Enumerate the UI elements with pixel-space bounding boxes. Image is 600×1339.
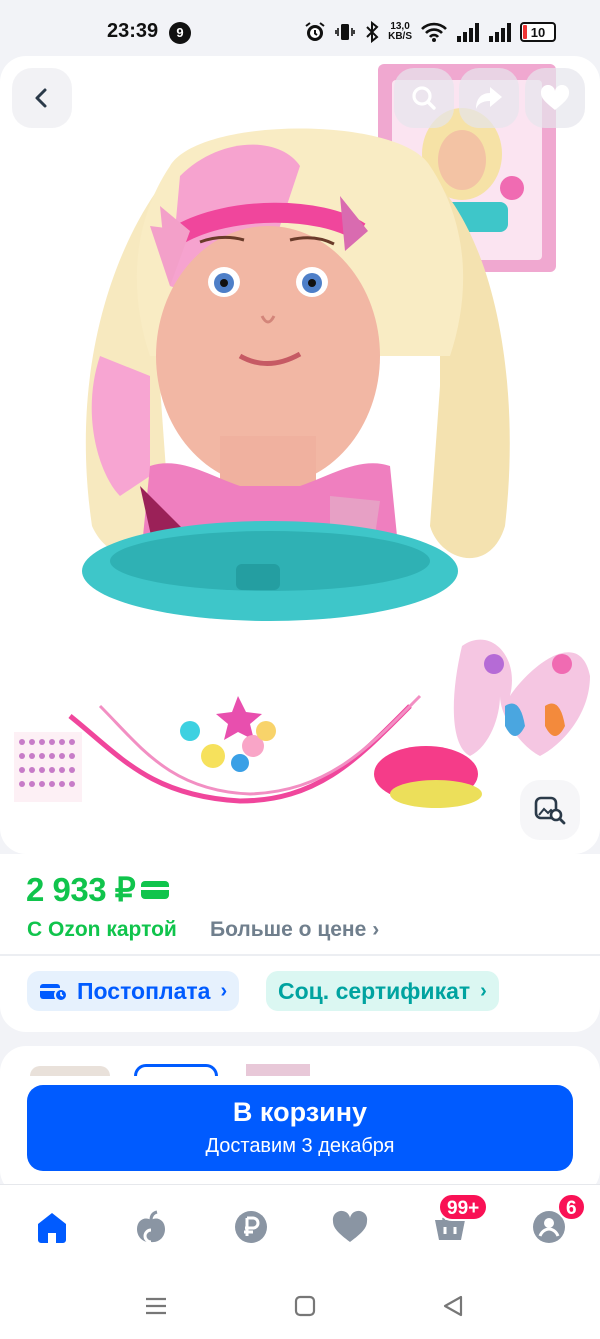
postpay-chip[interactable]: Постоплата › <box>27 971 240 1011</box>
alarm-icon <box>305 22 325 41</box>
share-button[interactable] <box>459 68 519 128</box>
vibrate-icon <box>335 24 355 40</box>
postpay-label: Постоплата <box>77 977 211 1004</box>
battery-icon: 10 <box>520 22 556 42</box>
menu-icon <box>146 1297 166 1315</box>
variant-thumbnail[interactable] <box>30 1066 110 1076</box>
variant-thumbnail[interactable] <box>246 1064 310 1076</box>
social-certificate-label: Соц. сертификат <box>278 977 471 1004</box>
home-icon <box>38 1213 66 1243</box>
nav-home[interactable] <box>32 1207 72 1247</box>
fresh-icon <box>137 1210 165 1244</box>
back-system-button[interactable] <box>438 1291 468 1321</box>
wallet-clock-icon <box>40 984 68 1002</box>
nav-fresh[interactable] <box>131 1207 171 1247</box>
status-time: 23:39 <box>107 20 159 42</box>
triangle-back-icon <box>443 1295 463 1317</box>
bottom-navigation: 99+ 6 <box>0 1184 600 1274</box>
ozon-card-icon <box>141 880 170 899</box>
status-icons: 13,0 KB/S 10 <box>304 18 556 46</box>
nav-points[interactable] <box>231 1207 271 1247</box>
chevron-right-icon: › <box>372 918 380 941</box>
social-certificate-chip[interactable]: Соц. сертификат › <box>266 971 499 1011</box>
divider <box>0 954 600 956</box>
ozon-card-label: С Ozon картой <box>27 918 177 941</box>
search-button[interactable] <box>394 68 454 128</box>
variant-thumbnail-selected[interactable] <box>134 1064 218 1076</box>
system-navigation-bar <box>0 1274 600 1339</box>
nav-cart[interactable]: 99+ <box>430 1193 489 1247</box>
product-image[interactable] <box>0 56 600 854</box>
home-button[interactable] <box>290 1291 320 1321</box>
add-to-cart-button[interactable]: В корзину Доставим 3 декабря <box>27 1085 573 1171</box>
delivery-date-label: Доставим 3 декабря <box>205 1135 395 1157</box>
nav-favorites[interactable] <box>330 1207 370 1247</box>
chevron-right-icon: › <box>480 979 487 1002</box>
recent-apps-button[interactable] <box>141 1291 171 1321</box>
price-row: 2 933 ₽ <box>26 870 170 909</box>
image-search-icon <box>534 796 566 825</box>
net-speed: 13,0 KB/S <box>388 22 412 42</box>
price-block: 2 933 ₽ С Ozon картой Больше о цене › Пос… <box>0 854 600 1032</box>
status-bar: 23:39 9 13,0 KB/S 10 <box>0 0 600 64</box>
product-gallery[interactable] <box>0 56 600 854</box>
points-icon <box>235 1211 267 1243</box>
signal-icon-1 <box>457 23 479 42</box>
profile-notification-badge: 6 <box>557 1193 586 1221</box>
favorite-button[interactable] <box>525 68 585 128</box>
accessories-image <box>14 639 590 808</box>
wifi-icon <box>421 22 447 42</box>
square-icon <box>294 1295 316 1317</box>
favorites-icon <box>332 1210 368 1242</box>
back-arrow-icon <box>35 88 47 108</box>
notification-count-badge: 9 <box>169 22 191 44</box>
signal-icon-2 <box>489 23 511 42</box>
search-icon <box>412 86 436 110</box>
back-button[interactable] <box>12 68 72 128</box>
battery-level: 10 <box>530 25 546 40</box>
price-value: 2 933 ₽ <box>26 871 136 908</box>
more-about-price-label: Больше о цене <box>210 918 367 941</box>
add-to-cart-title: В корзину <box>232 1097 368 1127</box>
more-about-price-link[interactable]: Больше о цене › <box>210 918 379 942</box>
share-icon <box>476 87 502 109</box>
nav-profile[interactable]: 6 <box>529 1193 586 1247</box>
cart-count-badge: 99+ <box>438 1193 489 1221</box>
net-speed-unit: KB/S <box>388 31 412 42</box>
heart-icon <box>540 85 570 110</box>
chevron-right-icon: › <box>220 979 228 1002</box>
image-search-button[interactable] <box>520 780 580 840</box>
bluetooth-icon <box>366 21 379 43</box>
